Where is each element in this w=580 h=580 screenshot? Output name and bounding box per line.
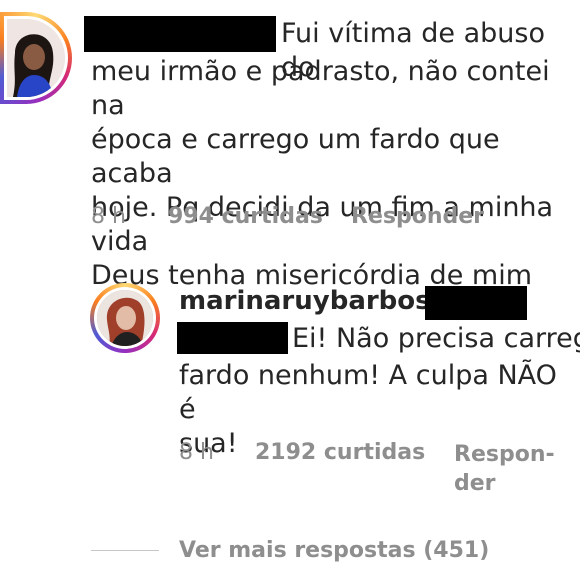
comment-likes[interactable]: 994 curtidas <box>168 204 323 229</box>
comment-time: 8 h <box>91 204 126 229</box>
replies-divider <box>91 550 159 551</box>
profile-photo-icon <box>97 290 153 346</box>
view-more-replies[interactable]: Ver mais respostas (451) <box>179 538 489 563</box>
redacted-username <box>425 286 527 320</box>
profile-photo-icon <box>7 19 65 97</box>
reply-reply-button[interactable]: Respon- der <box>454 440 555 498</box>
comment-reply-button[interactable]: Responder <box>351 204 484 229</box>
redacted-mention <box>177 322 288 354</box>
redacted-username <box>84 16 276 52</box>
reply-likes[interactable]: 2192 curtidas <box>255 440 425 465</box>
reply-text-line1: Ei! Não precisa carregar <box>292 323 580 354</box>
reply-username[interactable]: marinaruybarbosa <box>179 286 448 316</box>
reply-avatar[interactable] <box>90 283 160 353</box>
comment-text: meu irmão e padrasto, não contei na époc… <box>91 56 554 291</box>
reply-time: 8 h <box>179 440 214 465</box>
commenter-avatar[interactable] <box>0 12 72 104</box>
